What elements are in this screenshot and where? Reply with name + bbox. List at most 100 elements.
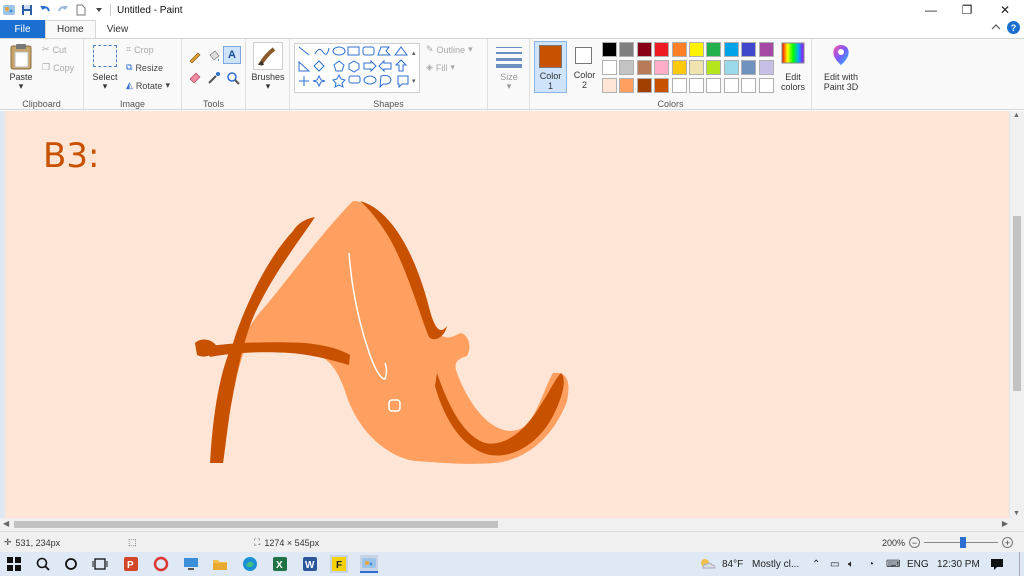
fill-bucket-icon[interactable] bbox=[207, 49, 221, 65]
palette-swatch[interactable] bbox=[671, 78, 687, 93]
zoom-out-icon[interactable]: − bbox=[909, 537, 921, 548]
wifi-icon[interactable]: ◔ bbox=[868, 552, 874, 576]
eraser-icon[interactable] bbox=[188, 71, 202, 85]
palette-swatch[interactable] bbox=[723, 78, 739, 93]
rotate-button[interactable]: ◭ Rotate ▾ bbox=[126, 80, 170, 91]
file-explorer-icon[interactable] bbox=[211, 555, 229, 573]
magnifier-icon[interactable] bbox=[226, 71, 240, 87]
horizontal-scrollbar[interactable]: ◀ ▶ bbox=[0, 518, 1024, 531]
paint3d-label-2[interactable]: Paint 3D bbox=[812, 82, 870, 92]
excel-icon[interactable]: X bbox=[271, 555, 289, 573]
paint-taskbar-icon[interactable] bbox=[360, 555, 378, 573]
palette-swatch[interactable] bbox=[654, 78, 670, 93]
customize-chevron-icon[interactable] bbox=[92, 3, 106, 17]
palette-swatch[interactable] bbox=[706, 60, 722, 75]
app-f-icon[interactable]: F bbox=[330, 555, 348, 573]
palette-swatch[interactable] bbox=[671, 42, 687, 57]
drawing-canvas[interactable]: B3: bbox=[5, 111, 1009, 518]
horizontal-scroll-thumb[interactable] bbox=[14, 521, 498, 528]
palette-swatch[interactable] bbox=[723, 60, 739, 75]
size-lines-icon[interactable] bbox=[496, 45, 522, 68]
select-chevron-icon[interactable]: ▾ bbox=[89, 81, 121, 91]
resize-button[interactable]: ⧉ Resize bbox=[126, 62, 163, 73]
fill-button[interactable]: ◈ Fill ▾ bbox=[426, 62, 455, 73]
zoom-slider[interactable] bbox=[924, 537, 999, 548]
task-view-icon[interactable] bbox=[91, 555, 109, 573]
weather-temp[interactable]: 84°F bbox=[722, 552, 743, 576]
palette-swatch[interactable] bbox=[758, 42, 774, 57]
paste-chevron-icon[interactable]: ▾ bbox=[6, 81, 36, 91]
volume-icon[interactable]: 🔈︎ bbox=[848, 552, 854, 576]
save-icon[interactable] bbox=[20, 3, 34, 17]
new-file-icon[interactable] bbox=[74, 3, 88, 17]
scroll-right-icon[interactable]: ▶ bbox=[1002, 519, 1008, 528]
start-icon[interactable] bbox=[5, 555, 23, 573]
zoom-slider-thumb[interactable] bbox=[960, 537, 967, 548]
select-icon[interactable] bbox=[93, 45, 117, 67]
tab-view[interactable]: View bbox=[96, 20, 140, 38]
palette-swatch[interactable] bbox=[636, 60, 652, 75]
crop-button[interactable]: ⌗ Crop bbox=[126, 44, 154, 55]
palette-swatch[interactable] bbox=[741, 42, 757, 57]
palette-swatch[interactable] bbox=[671, 60, 687, 75]
language-indicator[interactable]: ENG bbox=[907, 552, 929, 576]
minimize-button[interactable]: — bbox=[912, 0, 950, 20]
palette-swatch[interactable] bbox=[758, 60, 774, 75]
notifications-icon[interactable] bbox=[990, 552, 1004, 576]
zoom-in-icon[interactable]: + bbox=[1002, 537, 1014, 548]
clock[interactable]: 12:30 PM bbox=[937, 552, 980, 576]
paint3d-icon[interactable] bbox=[829, 43, 853, 67]
weather-icon[interactable] bbox=[698, 555, 716, 573]
restore-button[interactable]: ❐ bbox=[948, 0, 986, 20]
help-icon[interactable]: ? bbox=[1007, 21, 1020, 34]
edit-colors-label[interactable]: Edit bbox=[774, 72, 812, 82]
keyboard-icon[interactable]: ⌨︎ bbox=[886, 552, 900, 576]
show-desktop-button[interactable] bbox=[1019, 552, 1024, 576]
brush-icon[interactable] bbox=[253, 42, 283, 70]
paint3d-label[interactable]: Edit with bbox=[812, 72, 870, 82]
vertical-scrollbar[interactable]: ▲ ▼ bbox=[1010, 111, 1024, 518]
palette-swatch[interactable] bbox=[706, 42, 722, 57]
palette-swatch[interactable] bbox=[741, 78, 757, 93]
app-red-circle-icon[interactable] bbox=[152, 555, 170, 573]
tab-home[interactable]: Home bbox=[45, 20, 96, 38]
palette-swatch[interactable] bbox=[689, 60, 704, 75]
shapes-grid-icon[interactable] bbox=[295, 44, 421, 94]
powerpoint-icon[interactable]: P bbox=[122, 555, 140, 573]
scroll-up-icon[interactable]: ▲ bbox=[1013, 112, 1020, 119]
color-picker-icon[interactable] bbox=[207, 71, 221, 87]
palette-swatch[interactable] bbox=[602, 60, 617, 75]
outline-button[interactable]: ✎ Outline ▾ bbox=[426, 44, 473, 55]
close-button[interactable]: ✕ bbox=[986, 0, 1024, 20]
tab-file[interactable]: File bbox=[0, 20, 45, 38]
palette-swatch[interactable] bbox=[619, 60, 635, 75]
cortana-icon[interactable] bbox=[62, 555, 80, 573]
pencil-icon[interactable] bbox=[188, 49, 202, 65]
copy-button[interactable]: ❐ Copy bbox=[42, 62, 74, 73]
paste-icon[interactable] bbox=[8, 43, 34, 71]
palette-swatch[interactable] bbox=[602, 42, 617, 57]
size-chevron-icon[interactable]: ▾ bbox=[488, 81, 530, 91]
brushes-chevron-icon[interactable]: ▾ bbox=[246, 81, 290, 91]
palette-swatch[interactable] bbox=[758, 78, 774, 93]
shapes-more-icon[interactable]: ▾ bbox=[412, 77, 416, 85]
tray-chevron-up-icon[interactable]: ⌃ bbox=[812, 552, 820, 576]
palette-swatch[interactable] bbox=[741, 60, 757, 75]
battery-icon[interactable]: ▭ bbox=[830, 552, 839, 576]
scroll-left-icon[interactable]: ◀ bbox=[3, 519, 9, 528]
paint-app-icon[interactable] bbox=[2, 3, 16, 17]
edit-colors-icon[interactable] bbox=[780, 42, 806, 64]
word-icon[interactable]: W bbox=[301, 555, 319, 573]
palette-swatch[interactable] bbox=[723, 42, 739, 57]
palette-swatch[interactable] bbox=[602, 78, 617, 93]
palette-swatch[interactable] bbox=[654, 42, 670, 57]
palette-swatch[interactable] bbox=[706, 78, 722, 93]
cut-button[interactable]: ✂ Cut bbox=[42, 44, 67, 55]
collapse-ribbon-icon[interactable] bbox=[991, 23, 1001, 33]
palette-swatch[interactable] bbox=[689, 42, 704, 57]
text-tool-icon[interactable]: A bbox=[223, 46, 241, 64]
search-icon[interactable] bbox=[34, 555, 52, 573]
vertical-scroll-thumb[interactable] bbox=[1013, 216, 1021, 391]
palette-swatch[interactable] bbox=[654, 60, 670, 75]
redo-icon[interactable] bbox=[56, 3, 70, 17]
